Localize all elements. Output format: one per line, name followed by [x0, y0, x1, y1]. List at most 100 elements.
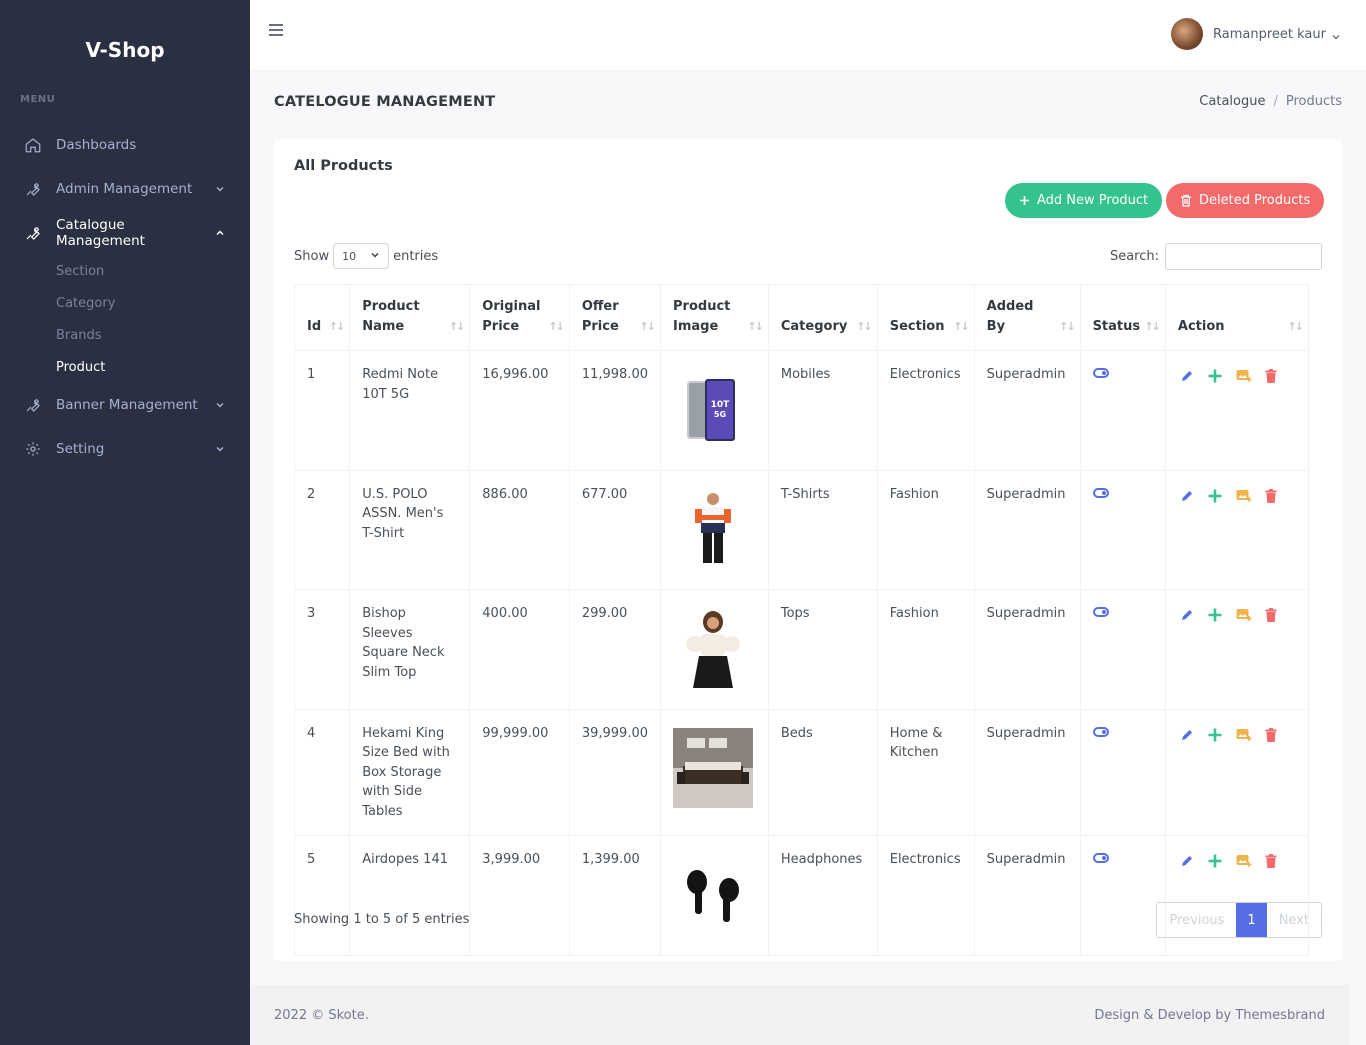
status-toggle-icon[interactable]	[1092, 726, 1109, 737]
hamburger-menu-icon[interactable]	[268, 22, 286, 42]
column-header-category[interactable]: Category ↑↓	[767, 284, 878, 351]
add-image-icon[interactable]	[1236, 608, 1252, 622]
page-header: CATELOGUE MANAGEMENT Catalogue / Products	[274, 94, 1342, 110]
sidebar-item-catalogue-management[interactable]: Catalogue Management	[0, 211, 250, 255]
show-label: Show	[294, 248, 330, 264]
edit-icon[interactable]	[1180, 728, 1194, 742]
products-table: Id ↑↓ Product Name ↑↓ Original Price ↑↓ Offer…	[293, 284, 1310, 956]
cell-product-image	[660, 469, 769, 590]
status-toggle-icon[interactable]	[1092, 487, 1109, 498]
cell-product-image: 10T 5G	[660, 350, 769, 471]
cell-status	[1079, 589, 1166, 710]
cell-action	[1164, 350, 1310, 471]
user-name: Ramanpreet kaur	[1213, 26, 1326, 42]
status-toggle-icon[interactable]	[1092, 368, 1109, 378]
cell-product-name: U.S. POLO ASSN. Men's T-Shirt	[349, 469, 471, 590]
tshirt-image	[673, 492, 753, 573]
previous-page-button[interactable]: Previous	[1157, 903, 1236, 937]
sidebar-item-banner-management[interactable]: Banner Management	[0, 383, 250, 427]
add-attribute-icon[interactable]	[1207, 853, 1223, 869]
column-header-original-price[interactable]: Original Price ↑↓	[469, 284, 570, 351]
add-image-icon[interactable]	[1236, 489, 1252, 503]
add-image-icon[interactable]	[1236, 369, 1252, 383]
table-row: 1 Redmi Note 10T 5G 16,996.00 11,998.00 10T 5…	[293, 350, 1310, 471]
column-header-product-image[interactable]: Product Image ↑↓	[660, 284, 769, 351]
wrench-icon	[24, 180, 42, 198]
cell-offer-price: 677.00	[568, 469, 662, 590]
sidebar-subitem-brands[interactable]: Brands	[0, 319, 250, 351]
sidebar-item-label: Catalogue Management	[56, 217, 145, 249]
cell-category: Tops	[767, 589, 878, 710]
cell-added-by: Superadmin	[973, 835, 1081, 956]
column-header-status[interactable]: Status ↑↓	[1079, 284, 1166, 351]
cell-original-price: 886.00	[469, 469, 570, 590]
cell-original-price: 99,999.00	[469, 708, 570, 836]
delete-icon[interactable]	[1265, 727, 1277, 742]
cell-status	[1079, 350, 1166, 471]
column-header-id[interactable]: Id ↑↓	[293, 284, 351, 351]
chevron-down-icon	[214, 443, 226, 455]
delete-icon[interactable]	[1265, 608, 1277, 622]
app-logo[interactable]: V-Shop	[0, 0, 250, 108]
sidebar-subitem-category[interactable]: Category	[0, 287, 250, 319]
column-header-section[interactable]: Section ↑↓	[876, 284, 975, 351]
cell-product-image	[660, 835, 769, 956]
sort-icon: ↑↓	[639, 320, 657, 333]
column-header-added-by[interactable]: Added By ↑↓	[973, 284, 1081, 351]
trash-icon	[1180, 194, 1192, 207]
delete-icon[interactable]	[1265, 488, 1277, 503]
breadcrumb-catalogue[interactable]: Catalogue	[1199, 94, 1265, 109]
sort-icon: ↑↓	[328, 320, 346, 333]
wrench-icon	[24, 396, 42, 414]
edit-icon[interactable]	[1180, 854, 1194, 868]
column-header-action[interactable]: Action ↑↓	[1164, 284, 1310, 351]
column-header-label: Product	[673, 299, 731, 314]
svg-text:10T: 10T	[711, 400, 731, 410]
sort-icon: ↑↓	[448, 320, 466, 333]
sidebar-item-label: Banner Management	[56, 397, 198, 413]
column-header-product-name[interactable]: Product Name ↑↓	[349, 284, 471, 351]
column-header-offer-price[interactable]: Offer Price ↑↓	[568, 284, 662, 351]
delete-icon[interactable]	[1265, 369, 1277, 383]
search-input[interactable]	[1165, 243, 1322, 270]
status-toggle-icon[interactable]	[1092, 607, 1109, 617]
cell-original-price: 16,996.00	[469, 350, 570, 471]
add-attribute-icon[interactable]	[1207, 488, 1223, 504]
next-page-button[interactable]: Next	[1267, 903, 1321, 937]
cell-offer-price: 1,399.00	[568, 835, 662, 956]
edit-icon[interactable]	[1180, 608, 1194, 622]
products-card: All Products Add New Product Deleted Pro…	[274, 139, 1342, 961]
cell-offer-price: 39,999.00	[568, 708, 662, 836]
sidebar-subitem-product[interactable]: Product	[0, 351, 250, 383]
status-toggle-icon[interactable]	[1092, 853, 1109, 863]
column-header-label: Name	[362, 319, 405, 334]
sidebar-item-dashboards[interactable]: Dashboards	[0, 123, 250, 167]
edit-icon[interactable]	[1180, 369, 1194, 383]
add-attribute-icon[interactable]	[1207, 727, 1223, 743]
sidebar-subitem-section[interactable]: Section	[0, 255, 250, 287]
table-row: 4 Hekami King Size Bed with Box Storage w…	[293, 708, 1310, 836]
sidebar: V-Shop MENU Dashboards Admin Management …	[0, 0, 250, 1045]
add-image-icon[interactable]	[1236, 854, 1252, 868]
add-attribute-icon[interactable]	[1207, 368, 1223, 384]
add-new-product-button[interactable]: Add New Product	[1005, 183, 1163, 218]
entries-select[interactable]: 10	[333, 243, 390, 269]
user-dropdown[interactable]: Ramanpreet kaur	[1171, 18, 1340, 50]
deleted-products-button[interactable]: Deleted Products	[1166, 183, 1325, 218]
delete-icon[interactable]	[1265, 854, 1277, 868]
column-header-label: Category	[780, 319, 848, 334]
column-header-label: Action	[1177, 319, 1225, 334]
page-1-button[interactable]: 1	[1236, 903, 1267, 937]
sidebar-item-admin-management[interactable]: Admin Management	[0, 167, 250, 211]
topbar: Ramanpreet kaur	[250, 0, 1366, 70]
pagination: Previous 1 Next	[1156, 902, 1322, 938]
svg-text:5G: 5G	[714, 410, 726, 419]
home-icon	[24, 136, 42, 154]
gear-icon	[24, 440, 42, 458]
edit-icon[interactable]	[1180, 489, 1194, 503]
bed-image	[673, 727, 754, 812]
cell-id: 5	[293, 835, 351, 956]
add-image-icon[interactable]	[1236, 728, 1252, 742]
sidebar-item-setting[interactable]: Setting	[0, 427, 250, 471]
add-attribute-icon[interactable]	[1207, 607, 1223, 623]
